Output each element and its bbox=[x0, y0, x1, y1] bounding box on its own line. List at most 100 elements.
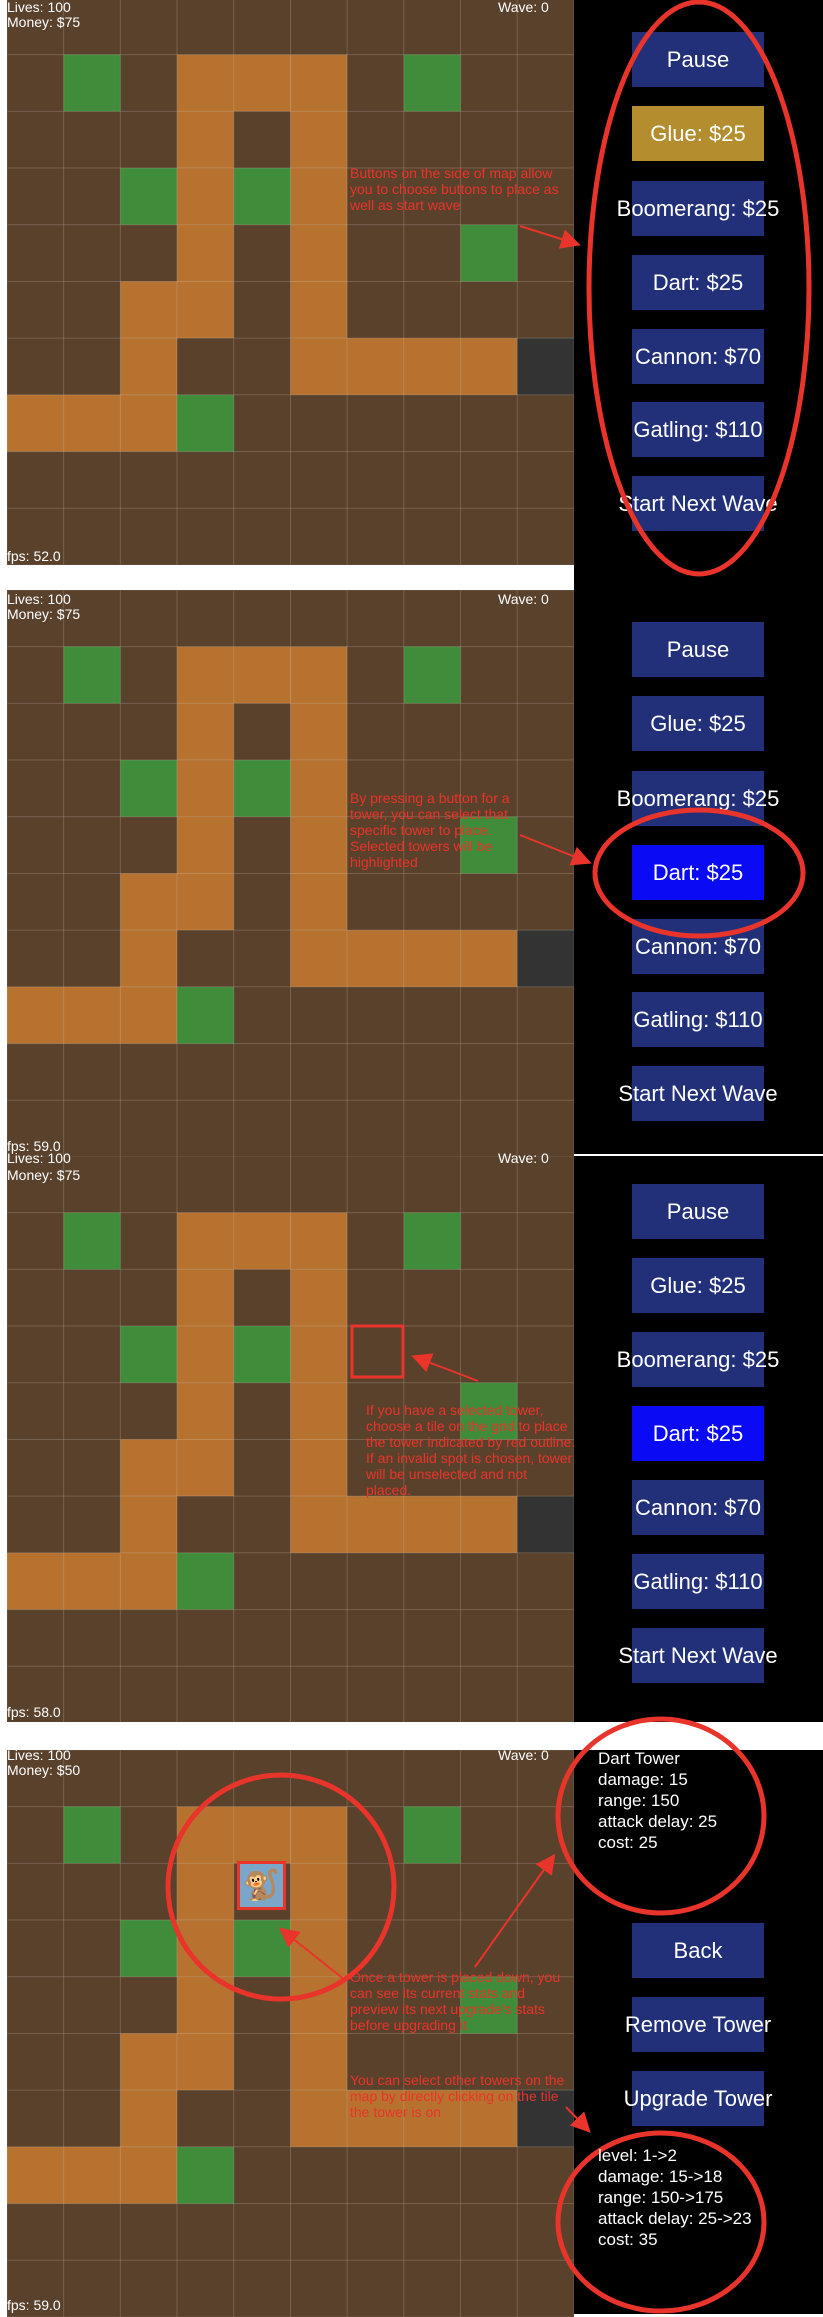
grass-highlight-tile[interactable] bbox=[63, 646, 121, 704]
grass-tile[interactable] bbox=[63, 167, 121, 226]
grass-tile[interactable] bbox=[346, 1862, 405, 1921]
grass-tile[interactable] bbox=[233, 816, 292, 875]
grass-tile[interactable] bbox=[119, 816, 178, 875]
grass-tile[interactable] bbox=[290, 0, 348, 56]
grass-tile[interactable] bbox=[7, 110, 65, 169]
grass-tile[interactable] bbox=[460, 1043, 518, 1101]
grass-tile[interactable] bbox=[176, 590, 235, 648]
grass-tile[interactable] bbox=[516, 1099, 574, 1157]
grass-tile[interactable] bbox=[7, 873, 65, 931]
grass-tile[interactable] bbox=[516, 986, 574, 1045]
grass-tile[interactable] bbox=[516, 394, 574, 453]
cannon-button[interactable]: Cannon: $70 bbox=[632, 919, 764, 974]
grass-tile[interactable] bbox=[346, 224, 405, 283]
grass-tile[interactable] bbox=[346, 2259, 405, 2317]
path-tile[interactable] bbox=[176, 167, 235, 226]
grass-tile[interactable] bbox=[233, 986, 292, 1045]
grass-tile[interactable] bbox=[516, 1552, 574, 1611]
grass-tile[interactable] bbox=[119, 702, 178, 761]
grass-tile[interactable] bbox=[7, 54, 65, 112]
grass-tile[interactable] bbox=[119, 507, 178, 565]
grass-tile[interactable] bbox=[403, 1750, 462, 1808]
grass-tile[interactable] bbox=[7, 1919, 65, 1978]
path-tile[interactable] bbox=[290, 1439, 348, 1497]
path-tile[interactable] bbox=[460, 1495, 518, 1554]
path-tile[interactable] bbox=[119, 1439, 178, 1497]
grass-tile[interactable] bbox=[176, 2203, 235, 2261]
grass-tile[interactable] bbox=[290, 2146, 348, 2205]
path-tile[interactable] bbox=[290, 2033, 348, 2091]
grass-tile[interactable] bbox=[7, 2033, 65, 2091]
dart-button[interactable]: Dart: $25 bbox=[632, 845, 764, 900]
grass-tile[interactable] bbox=[346, 873, 405, 931]
grass-highlight-tile[interactable] bbox=[119, 759, 178, 818]
grass-tile[interactable] bbox=[516, 2203, 574, 2261]
grass-tile[interactable] bbox=[7, 2089, 65, 2148]
path-tile[interactable] bbox=[460, 929, 518, 988]
grass-tile[interactable] bbox=[403, 224, 462, 283]
grass-tile[interactable] bbox=[346, 1212, 405, 1270]
boomerang-button[interactable]: Boomerang: $25 bbox=[617, 1332, 779, 1387]
path-tile[interactable] bbox=[290, 1382, 348, 1441]
grass-tile[interactable] bbox=[233, 507, 292, 565]
path-tile[interactable] bbox=[346, 929, 405, 988]
grass-tile[interactable] bbox=[233, 0, 292, 56]
grass-tile[interactable] bbox=[290, 1043, 348, 1101]
grass-tile[interactable] bbox=[233, 1382, 292, 1441]
game-map[interactable] bbox=[7, 0, 574, 565]
gatling-button[interactable]: Gatling: $110 bbox=[632, 402, 764, 457]
grass-tile[interactable] bbox=[176, 1750, 235, 1808]
grass-tile[interactable] bbox=[290, 1609, 348, 1667]
path-tile[interactable] bbox=[233, 646, 292, 704]
grass-tile[interactable] bbox=[290, 1665, 348, 1723]
path-tile[interactable] bbox=[119, 337, 178, 396]
grass-tile[interactable] bbox=[516, 1665, 574, 1723]
path-tile[interactable] bbox=[290, 167, 348, 226]
grass-tile[interactable] bbox=[403, 590, 462, 648]
grass-tile[interactable] bbox=[119, 1212, 178, 1270]
path-tile[interactable] bbox=[290, 1806, 348, 1864]
grass-tile[interactable] bbox=[403, 873, 462, 931]
grass-tile[interactable] bbox=[346, 1043, 405, 1101]
path-tile[interactable] bbox=[176, 1862, 235, 1921]
path-tile[interactable] bbox=[119, 2033, 178, 2091]
path-tile[interactable] bbox=[176, 759, 235, 818]
path-tile[interactable] bbox=[119, 1552, 178, 1611]
grass-tile[interactable] bbox=[233, 929, 292, 988]
grass-tile[interactable] bbox=[7, 929, 65, 988]
grass-tile[interactable] bbox=[233, 1495, 292, 1554]
path-tile[interactable] bbox=[63, 1552, 121, 1611]
grass-tile[interactable] bbox=[63, 1325, 121, 1384]
grass-tile[interactable] bbox=[346, 110, 405, 169]
path-tile[interactable] bbox=[176, 110, 235, 169]
path-tile[interactable] bbox=[176, 1806, 235, 1864]
grass-tile[interactable] bbox=[63, 1665, 121, 1723]
grass-tile[interactable] bbox=[403, 0, 462, 56]
glue-button[interactable]: Glue: $25 bbox=[632, 696, 764, 751]
grass-tile[interactable] bbox=[460, 451, 518, 509]
grass-tile[interactable] bbox=[233, 1976, 292, 2035]
remove-tower-button[interactable]: Remove Tower bbox=[625, 1997, 771, 2052]
grass-tile[interactable] bbox=[63, 1268, 121, 1327]
grass-tile[interactable] bbox=[63, 1043, 121, 1101]
path-tile[interactable] bbox=[7, 2146, 65, 2205]
game-map[interactable] bbox=[7, 590, 574, 1157]
grass-highlight-tile[interactable] bbox=[403, 1212, 462, 1270]
grass-tile[interactable] bbox=[403, 451, 462, 509]
grass-tile[interactable] bbox=[516, 1806, 574, 1864]
grass-tile[interactable] bbox=[63, 1919, 121, 1978]
grass-tile[interactable] bbox=[63, 1495, 121, 1554]
grass-tile[interactable] bbox=[63, 1156, 121, 1214]
path-tile[interactable] bbox=[290, 1268, 348, 1327]
grass-tile[interactable] bbox=[63, 451, 121, 509]
grass-tile[interactable] bbox=[346, 986, 405, 1045]
map-grid[interactable] bbox=[7, 0, 574, 565]
grass-tile[interactable] bbox=[233, 2033, 292, 2091]
gatling-button[interactable]: Gatling: $110 bbox=[632, 992, 764, 1047]
upgrade-tower-button[interactable]: Upgrade Tower bbox=[624, 2071, 772, 2126]
grass-tile[interactable] bbox=[516, 1043, 574, 1101]
path-tile[interactable] bbox=[176, 816, 235, 875]
path-tile[interactable] bbox=[233, 1806, 292, 1864]
path-tile[interactable] bbox=[119, 281, 178, 339]
grass-tile[interactable] bbox=[63, 1750, 121, 1808]
